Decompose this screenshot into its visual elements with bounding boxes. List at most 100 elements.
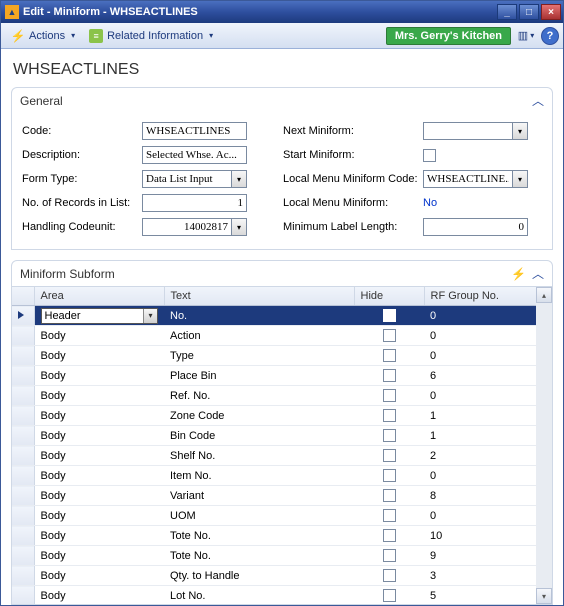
cell-text[interactable]: Tote No. [164, 546, 354, 566]
row-selector[interactable] [12, 486, 34, 506]
table-row[interactable]: BodyItem No. 0 [12, 466, 552, 486]
minimize-button[interactable]: _ [497, 4, 517, 20]
scroll-up-icon[interactable]: ▴ [536, 287, 552, 303]
cell-rf[interactable]: 3 [424, 566, 552, 586]
cell-text[interactable]: Variant [164, 486, 354, 506]
table-row[interactable]: BodyTote No. 10 [12, 526, 552, 546]
cell-text[interactable]: Item No. [164, 466, 354, 486]
scroll-down-icon[interactable]: ▾ [536, 588, 552, 604]
cell-area[interactable]: Body [34, 366, 164, 386]
help-button[interactable]: ? [541, 27, 559, 45]
cell-area[interactable]: Body [34, 466, 164, 486]
area-combo[interactable]: Header▾ [41, 308, 159, 324]
row-selector[interactable] [12, 466, 34, 486]
cell-area[interactable]: Body [34, 426, 164, 446]
start-miniform-checkbox[interactable] [423, 149, 436, 162]
cell-rf[interactable]: 9 [424, 546, 552, 566]
hide-checkbox[interactable] [383, 349, 396, 362]
row-selector[interactable] [12, 526, 34, 546]
cell-rf[interactable]: 2 [424, 446, 552, 466]
row-selector[interactable] [12, 386, 34, 406]
table-row[interactable]: BodyShelf No. 2 [12, 446, 552, 466]
cell-rf[interactable]: 5 [424, 586, 552, 605]
cell-rf[interactable]: 0 [424, 346, 552, 366]
row-selector[interactable] [12, 346, 34, 366]
vertical-scrollbar[interactable]: ▴ ▾ [536, 287, 552, 604]
table-row[interactable]: BodyBin Code1 [12, 426, 552, 446]
cell-hide[interactable] [354, 486, 424, 506]
cell-hide[interactable] [354, 326, 424, 346]
cell-area[interactable]: Body [34, 586, 164, 605]
col-rf[interactable]: RF Group No. [424, 287, 552, 306]
cell-hide[interactable] [354, 566, 424, 586]
cell-rf[interactable]: 6 [424, 366, 552, 386]
table-row[interactable]: BodyAction0 [12, 326, 552, 346]
cell-text[interactable]: Ref. No. [164, 386, 354, 406]
cell-area[interactable]: Body [34, 546, 164, 566]
cell-area[interactable]: Body [34, 386, 164, 406]
code-field[interactable] [142, 122, 247, 140]
cell-rf[interactable]: 0 [424, 466, 552, 486]
row-selector[interactable] [12, 306, 34, 326]
cell-hide[interactable] [354, 446, 424, 466]
form-type-field[interactable] [142, 170, 231, 188]
next-miniform-combo[interactable]: ▾ [423, 122, 528, 140]
chevron-down-icon[interactable]: ▾ [231, 170, 247, 188]
row-selector[interactable] [12, 586, 34, 605]
restore-button[interactable]: □ [519, 4, 539, 20]
cell-text[interactable]: Tote No. [164, 526, 354, 546]
table-row[interactable]: BodyType0 [12, 346, 552, 366]
close-button[interactable]: × [541, 4, 561, 20]
view-switcher[interactable]: ▥▾ [515, 27, 537, 45]
subform-grid[interactable]: Area Text Hide RF Group No. Header▾No.0B… [12, 287, 552, 604]
hide-checkbox[interactable] [383, 449, 396, 462]
col-area[interactable]: Area [34, 287, 164, 306]
chevron-down-icon[interactable]: ▾ [512, 170, 528, 188]
codeunit-field[interactable] [142, 218, 231, 236]
min-label-field[interactable] [423, 218, 528, 236]
hide-checkbox[interactable] [383, 309, 396, 322]
row-selector[interactable] [12, 506, 34, 526]
cell-text[interactable]: Shelf No. [164, 446, 354, 466]
cell-rf[interactable]: 0 [424, 306, 552, 326]
cell-area[interactable]: Body [34, 526, 164, 546]
table-row[interactable]: BodyPlace Bin 6 [12, 366, 552, 386]
cell-text[interactable]: Bin Code [164, 426, 354, 446]
table-row[interactable]: BodyLot No. 5 [12, 586, 552, 605]
cell-area[interactable]: Body [34, 446, 164, 466]
hide-checkbox[interactable] [383, 389, 396, 402]
cell-rf[interactable]: 10 [424, 526, 552, 546]
local-menu-value[interactable]: No [423, 197, 437, 209]
cell-text[interactable]: No. [164, 306, 354, 326]
hide-checkbox[interactable] [383, 569, 396, 582]
row-selector[interactable] [12, 366, 34, 386]
actions-menu[interactable]: ⚡ Actions ▾ [5, 27, 81, 45]
hide-checkbox[interactable] [383, 429, 396, 442]
cell-text[interactable]: Lot No. [164, 586, 354, 605]
cell-rf[interactable]: 8 [424, 486, 552, 506]
local-code-combo[interactable]: ▾ [423, 170, 528, 188]
related-info-menu[interactable]: ≡ Related Information ▾ [83, 27, 219, 45]
hide-checkbox[interactable] [383, 369, 396, 382]
cell-hide[interactable] [354, 346, 424, 366]
col-hide[interactable]: Hide [354, 287, 424, 306]
cell-hide[interactable] [354, 406, 424, 426]
row-selector[interactable] [12, 326, 34, 346]
hide-checkbox[interactable] [383, 329, 396, 342]
hide-checkbox[interactable] [383, 409, 396, 422]
row-selector[interactable] [12, 426, 34, 446]
table-row[interactable]: BodyUOM0 [12, 506, 552, 526]
cell-area[interactable]: Header▾ [34, 306, 164, 326]
cell-hide[interactable] [354, 366, 424, 386]
chevron-down-icon[interactable]: ▾ [231, 218, 247, 236]
row-selector[interactable] [12, 406, 34, 426]
records-field[interactable] [142, 194, 247, 212]
hide-checkbox[interactable] [383, 469, 396, 482]
description-field[interactable] [142, 146, 247, 164]
col-text[interactable]: Text [164, 287, 354, 306]
cell-text[interactable]: Place Bin [164, 366, 354, 386]
general-header[interactable]: General ︿ [12, 88, 552, 113]
cell-text[interactable]: Zone Code [164, 406, 354, 426]
cell-rf[interactable]: 0 [424, 386, 552, 406]
codeunit-combo[interactable]: ▾ [142, 218, 247, 236]
